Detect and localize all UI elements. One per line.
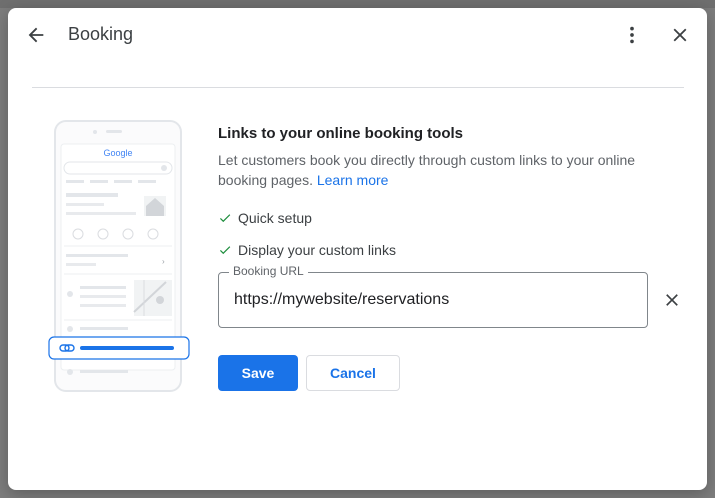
feature-label: Quick setup	[238, 210, 312, 226]
booking-url-input[interactable]	[234, 288, 624, 312]
booking-description: Let customers book you directly through …	[218, 150, 658, 190]
clear-url-button[interactable]	[660, 288, 684, 312]
learn-more-link[interactable]: Learn more	[317, 172, 389, 188]
background-strip	[0, 0, 715, 8]
back-button[interactable]	[20, 19, 52, 51]
highlighted-link-row	[48, 336, 190, 360]
dialog-title: Booking	[68, 24, 134, 44]
dialog-header: Booking	[8, 8, 707, 64]
cancel-button[interactable]: Cancel	[306, 355, 400, 391]
save-button[interactable]: Save	[218, 355, 298, 391]
close-button[interactable]	[664, 19, 696, 51]
check-icon	[219, 214, 231, 223]
check-icon	[219, 246, 231, 255]
description-text: Let customers book you directly through …	[218, 152, 636, 188]
header-divider	[32, 87, 684, 88]
arrow-back-icon	[28, 27, 44, 43]
booking-content: Links to your online booking tools Let c…	[218, 125, 678, 391]
booking-url-label: Booking URL	[229, 264, 308, 278]
svg-text:›: ›	[162, 257, 165, 266]
feature-label: Display your custom links	[238, 242, 396, 258]
close-icon	[673, 28, 687, 42]
feature-quick-setup: Quick setup	[218, 208, 312, 228]
booking-heading: Links to your online booking tools	[218, 125, 463, 142]
booking-url-field[interactable]: Booking URL	[218, 264, 648, 328]
feature-display-links: Display your custom links	[218, 240, 396, 260]
clear-icon	[666, 294, 678, 306]
more-vert-icon	[630, 26, 634, 44]
google-logo: Google	[103, 148, 132, 158]
more-options-button[interactable]	[616, 19, 648, 51]
booking-dialog: Booking Google › Links to your online bo…	[8, 8, 707, 490]
